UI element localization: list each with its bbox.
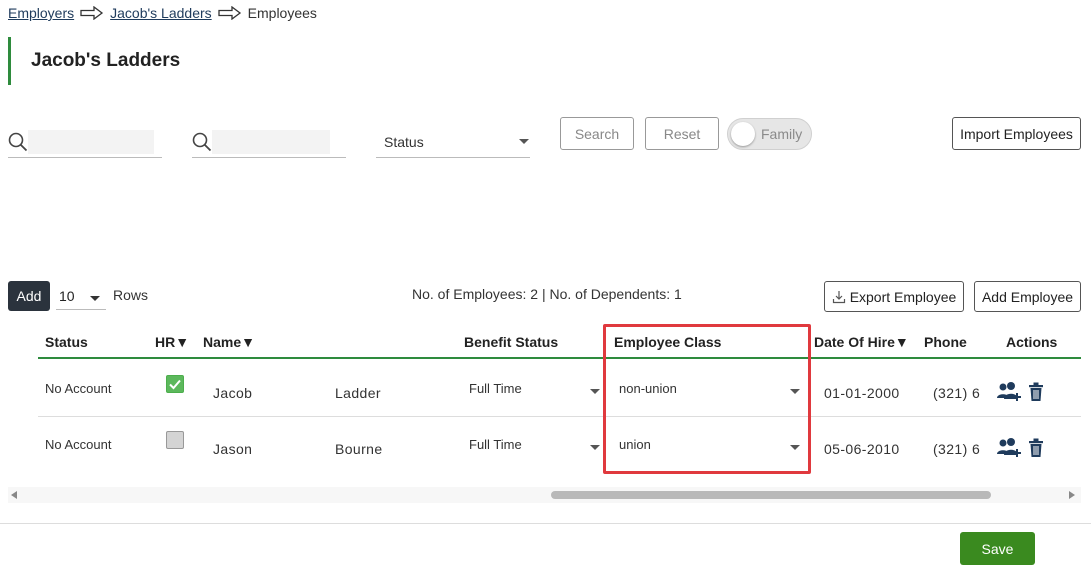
chevron-down-icon [590, 445, 600, 450]
employee-first-name[interactable]: Jason [213, 441, 252, 457]
checkmark-icon [169, 379, 181, 390]
employee-last-name[interactable]: Bourne [335, 441, 383, 457]
family-toggle-label: Family [761, 126, 803, 142]
search-name-input[interactable] [8, 128, 162, 158]
download-icon [832, 290, 846, 304]
table-header-divider [38, 357, 1081, 359]
benefit-status-value: Full Time [469, 437, 522, 452]
export-employee-button[interactable]: Export Employee [824, 281, 964, 312]
add-employee-button[interactable]: Add Employee [974, 281, 1081, 312]
employee-class-highlight [603, 324, 811, 474]
status-select-label: Status [384, 134, 424, 150]
add-button[interactable]: Add [8, 281, 50, 311]
search-button[interactable]: Search [560, 117, 634, 150]
import-employees-button[interactable]: Import Employees [952, 117, 1081, 150]
column-header-status[interactable]: Status [45, 334, 88, 350]
trash-icon[interactable] [1028, 382, 1044, 407]
chevron-down-icon [519, 139, 529, 144]
search-icon [8, 132, 28, 152]
family-toggle[interactable]: Family [727, 118, 812, 150]
date-of-hire: 01-01-2000 [824, 385, 900, 401]
status-select[interactable]: Status [376, 126, 530, 158]
date-of-hire: 05-06-2010 [824, 441, 900, 457]
search-icon [192, 132, 212, 152]
row-divider [38, 416, 1081, 417]
scrollbar-thumb[interactable] [551, 491, 991, 499]
chevron-down-icon [590, 389, 600, 394]
column-header-benefit-status[interactable]: Benefit Status [464, 334, 558, 350]
arrow-right-icon [218, 6, 242, 20]
column-header-actions: Actions [1006, 334, 1058, 350]
column-header-phone[interactable]: Phone [924, 334, 967, 350]
row-status: No Account [45, 437, 112, 452]
scroll-left-icon[interactable] [11, 491, 17, 499]
breadcrumb-employers-link[interactable]: Employers [8, 5, 74, 21]
save-button[interactable]: Save [960, 532, 1035, 565]
employee-last-name[interactable]: Ladder [335, 385, 381, 401]
phone-number: (321) 6 [933, 385, 981, 401]
arrow-right-icon [80, 6, 104, 20]
column-header-name[interactable]: Name▼ [203, 334, 255, 350]
column-header-date-of-hire[interactable]: Date Of Hire▼ [814, 334, 909, 350]
rows-label: Rows [113, 287, 149, 303]
phone-number: (321) 6 [933, 441, 981, 457]
rows-per-page-value: 10 [59, 288, 75, 304]
benefit-status-select[interactable]: Full Time [464, 374, 604, 404]
benefit-status-select[interactable]: Full Time [464, 430, 604, 460]
hr-checkbox[interactable] [166, 375, 184, 393]
page-title: Jacob's Ladders [31, 50, 181, 71]
breadcrumb-current: Employees [247, 5, 317, 21]
reset-button[interactable]: Reset [645, 117, 719, 150]
benefit-status-value: Full Time [469, 381, 522, 396]
search-id-input[interactable] [192, 128, 346, 158]
employee-first-name[interactable]: Jacob [213, 385, 252, 401]
scroll-right-icon[interactable] [1069, 491, 1075, 499]
column-header-hr[interactable]: HR▼ [155, 334, 189, 350]
breadcrumb: Employers Jacob's Ladders Employees [8, 5, 317, 21]
footer-divider [0, 523, 1091, 524]
title-accent-bar [8, 37, 11, 85]
breadcrumb-employer-link[interactable]: Jacob's Ladders [110, 5, 212, 21]
toggle-knob [731, 122, 755, 146]
add-dependent-icon[interactable] [996, 381, 1022, 408]
hr-checkbox[interactable] [166, 431, 184, 449]
row-status: No Account [45, 381, 112, 396]
trash-icon[interactable] [1028, 438, 1044, 463]
employee-counts: No. of Employees: 2 | No. of Dependents:… [412, 286, 682, 302]
chevron-down-icon [90, 296, 100, 301]
export-employee-label: Export Employee [849, 288, 957, 305]
rows-per-page-select[interactable]: 10 [56, 282, 106, 310]
add-dependent-icon[interactable] [996, 437, 1022, 464]
